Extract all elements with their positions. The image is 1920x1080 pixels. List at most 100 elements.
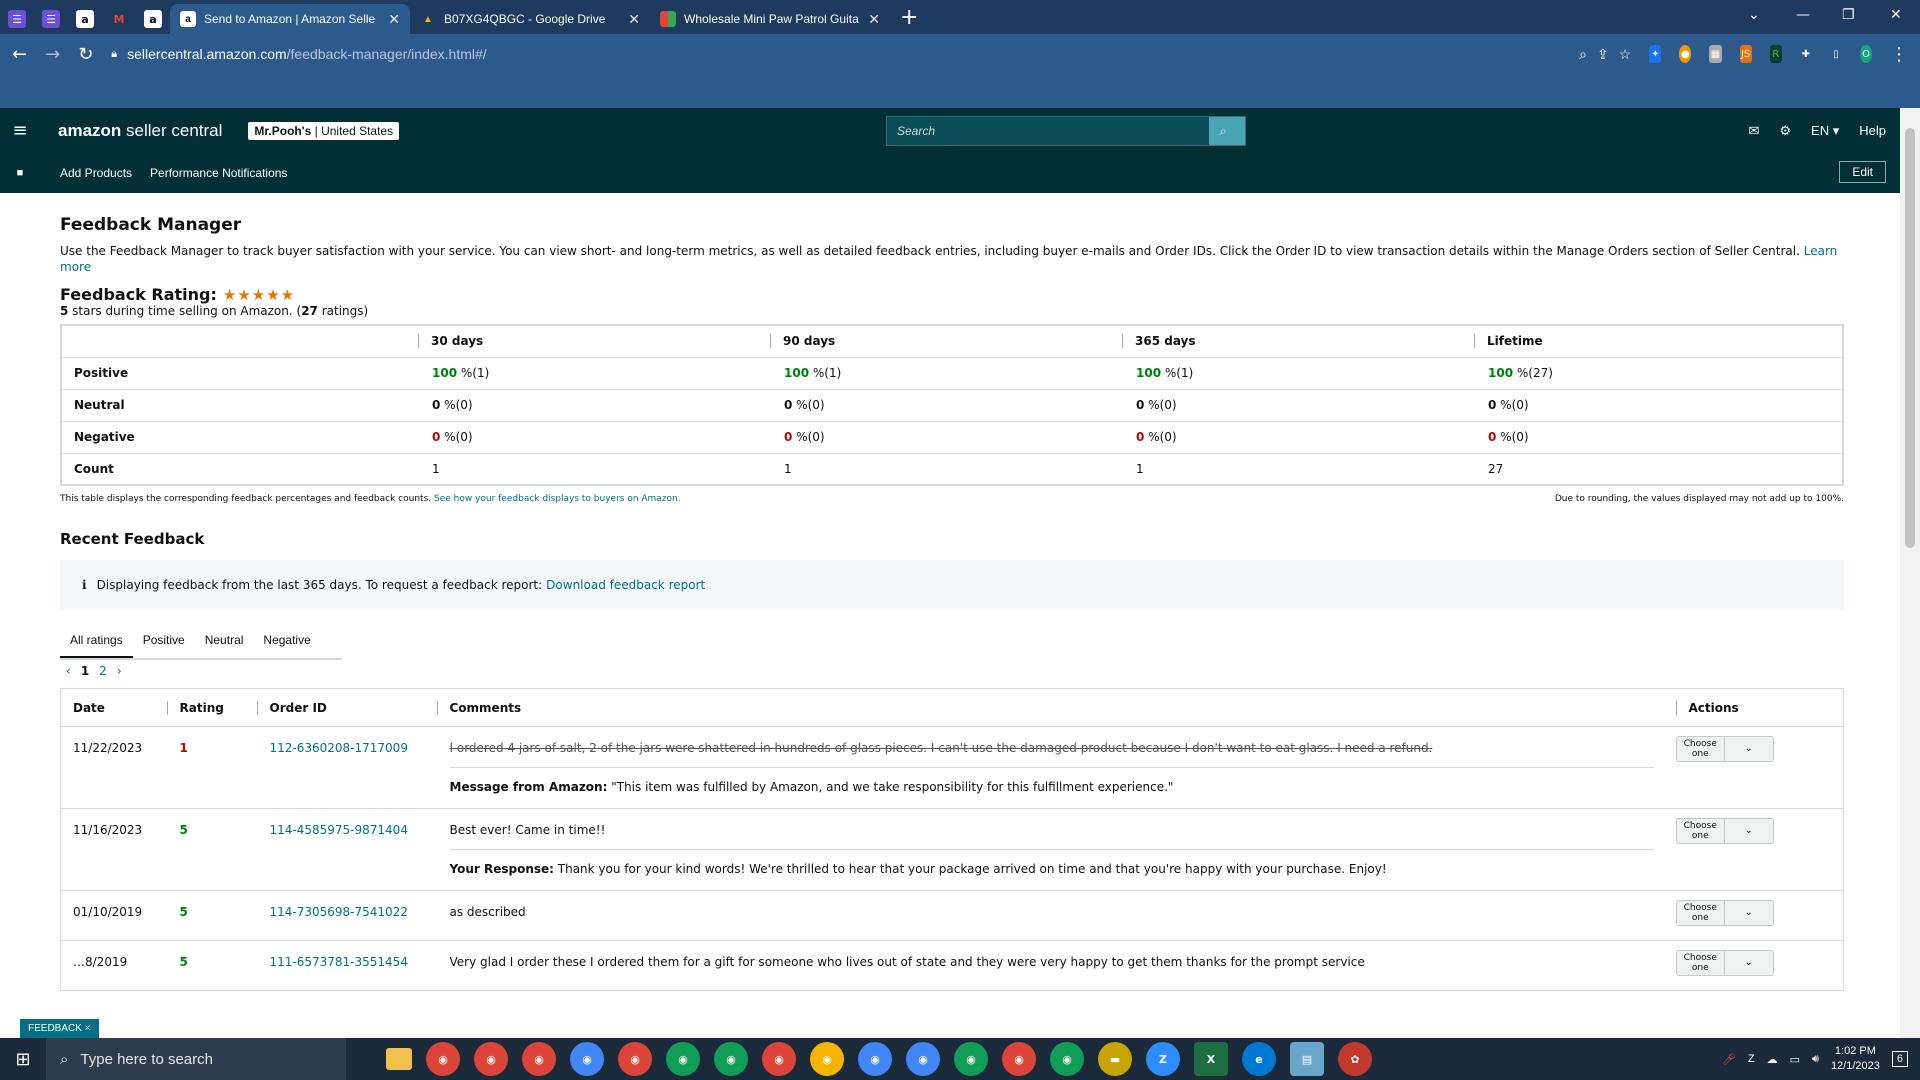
new-tab-button[interactable]: + bbox=[890, 4, 928, 34]
back-icon[interactable]: ← bbox=[12, 44, 27, 65]
mail-icon[interactable]: ✉ bbox=[1748, 123, 1759, 139]
action-dropdown[interactable]: Choose one ⌄ bbox=[1675, 900, 1774, 926]
edit-button[interactable]: Edit bbox=[1839, 161, 1886, 183]
pinned-tab-gmail[interactable]: M bbox=[102, 4, 136, 34]
chrome-icon[interactable]: ◉ bbox=[474, 1042, 508, 1076]
taskbar-search[interactable]: ⌕ Type here to search bbox=[46, 1038, 346, 1080]
extension-icon[interactable]: ● bbox=[1679, 45, 1692, 63]
chrome-icon[interactable]: ◉ bbox=[426, 1042, 460, 1076]
tab-search-icon[interactable]: ⌄ bbox=[1748, 0, 1760, 30]
notes-icon[interactable]: ▤ bbox=[1290, 1042, 1324, 1076]
action-dropdown[interactable]: Choose one ⌄ bbox=[1675, 736, 1774, 762]
feedback-date: …8/2019 bbox=[60, 940, 155, 991]
bookmark-star-icon[interactable]: ☆ bbox=[1619, 46, 1632, 63]
search-button[interactable]: ⌕ bbox=[1209, 117, 1245, 145]
chrome-icon[interactable]: ◉ bbox=[858, 1042, 892, 1076]
extension-icon[interactable]: ▦ bbox=[1709, 45, 1722, 63]
sidebar-icon[interactable]: ▯ bbox=[1830, 45, 1842, 63]
tab-neutral[interactable]: Neutral bbox=[195, 622, 254, 658]
pinned-tab-1[interactable]: ☰ bbox=[0, 4, 34, 34]
close-tab-icon[interactable]: ✕ bbox=[868, 11, 880, 28]
notification-badge[interactable]: 6 bbox=[1891, 1051, 1908, 1067]
windows-start-icon[interactable]: ⊞ bbox=[0, 1049, 46, 1070]
tab-positive[interactable]: Positive bbox=[133, 622, 195, 658]
chrome-icon[interactable]: ◉ bbox=[618, 1042, 652, 1076]
gear-icon[interactable]: ⚙ bbox=[1779, 123, 1791, 139]
prev-page-icon[interactable]: ‹ bbox=[66, 664, 71, 678]
chrome-icon[interactable]: ◉ bbox=[1050, 1042, 1084, 1076]
clock[interactable]: 1:02 PM 12/1/2023 bbox=[1831, 1044, 1880, 1074]
pinned-tab-amazon-2[interactable]: a bbox=[136, 4, 170, 34]
chrome-icon[interactable]: ◉ bbox=[954, 1042, 988, 1076]
volume-icon[interactable]: 🔊︎ bbox=[1812, 1053, 1819, 1066]
nav-add-products[interactable]: Add Products bbox=[60, 166, 132, 180]
share-icon[interactable]: ⇪ bbox=[1597, 46, 1609, 63]
extension-icon[interactable]: JS bbox=[1739, 45, 1752, 63]
forward-icon[interactable]: → bbox=[45, 44, 60, 65]
zoom-icon[interactable]: ⌕ bbox=[1579, 46, 1587, 63]
page-scrollbar[interactable] bbox=[1900, 108, 1920, 1038]
page-2[interactable]: 2 bbox=[99, 664, 107, 678]
scrollbar-thumb[interactable] bbox=[1905, 128, 1915, 548]
reload-icon[interactable]: ↻ bbox=[78, 44, 93, 65]
action-dropdown[interactable]: Choose one ⌄ bbox=[1675, 818, 1774, 844]
mic-off-icon[interactable]: 🎤︎ bbox=[1722, 1053, 1736, 1066]
tab-all-ratings[interactable]: All ratings bbox=[60, 622, 133, 658]
chrome-icon[interactable]: ◉ bbox=[714, 1042, 748, 1076]
maximize-button[interactable]: ❐ bbox=[1842, 0, 1855, 30]
recent-feedback-title: Recent Feedback bbox=[60, 530, 205, 548]
feedback-display-link[interactable]: See how your feedback displays to buyers… bbox=[434, 494, 681, 504]
extension-icon[interactable]: R bbox=[1769, 45, 1782, 63]
seller-central-logo[interactable]: amazon seller central bbox=[58, 121, 222, 141]
language-selector[interactable]: EN ▾ bbox=[1811, 123, 1839, 139]
app-icon[interactable]: ▬ bbox=[1098, 1042, 1132, 1076]
bookmark-icon[interactable]: ■ bbox=[0, 167, 40, 179]
order-id-link[interactable]: 112-6360208-1717009 bbox=[270, 741, 408, 755]
next-page-icon[interactable]: › bbox=[117, 664, 122, 678]
puzzle-icon[interactable]: ✚ bbox=[1800, 45, 1812, 63]
order-id-link[interactable]: 114-4585975-9871404 bbox=[270, 823, 408, 837]
nav-performance-notifications[interactable]: Performance Notifications bbox=[150, 166, 287, 180]
order-id-link[interactable]: 114-7305698-7541022 bbox=[270, 905, 408, 919]
file-explorer-icon[interactable] bbox=[386, 1048, 412, 1070]
url-bar[interactable]: 🔒︎ sellercentral.amazon.com/feedback-man… bbox=[111, 39, 1631, 69]
browser-tab[interactable]: Wholesale Mini Paw Patrol Guita ✕ bbox=[650, 4, 890, 34]
pinned-tab-amazon[interactable]: a bbox=[68, 4, 102, 34]
order-id-link[interactable]: 111-6573781-3551454 bbox=[270, 955, 408, 969]
chrome-icon[interactable]: ◉ bbox=[522, 1042, 556, 1076]
excel-icon[interactable]: X bbox=[1194, 1042, 1228, 1076]
zoom-tray-icon[interactable]: Z bbox=[1748, 1053, 1755, 1065]
zoom-app-icon[interactable]: Z bbox=[1146, 1042, 1180, 1076]
chrome-icon[interactable]: ◉ bbox=[570, 1042, 604, 1076]
store-switcher[interactable]: Mr.Pooh's | United States bbox=[248, 121, 400, 140]
chrome-icon[interactable]: ◉ bbox=[1002, 1042, 1036, 1076]
action-dropdown[interactable]: Choose one ⌄ bbox=[1675, 950, 1774, 976]
pinned-tab-2[interactable]: ☰ bbox=[34, 4, 68, 34]
cloud-icon[interactable]: ☁ bbox=[1767, 1053, 1778, 1066]
network-icon[interactable]: ▭ bbox=[1790, 1053, 1800, 1066]
browser-tab[interactable]: ▲ B07XG4QBGC - Google Drive ✕ bbox=[410, 4, 650, 34]
hamburger-menu-icon[interactable]: ≡ bbox=[0, 120, 40, 141]
minimize-button[interactable]: — bbox=[1796, 0, 1810, 30]
close-tab-icon[interactable]: ✕ bbox=[388, 11, 400, 28]
feedback-pill-button[interactable]: FEEDBACK × bbox=[20, 1019, 99, 1038]
profile-avatar[interactable]: O bbox=[1859, 45, 1873, 63]
help-link[interactable]: Help bbox=[1859, 123, 1886, 138]
browser-tab[interactable]: a Send to Amazon | Amazon Selle ✕ bbox=[170, 4, 410, 34]
tab-negative[interactable]: Negative bbox=[253, 622, 320, 658]
menu-kebab-icon[interactable]: ⋮ bbox=[1890, 44, 1908, 65]
chrome-icon[interactable]: ◉ bbox=[810, 1042, 844, 1076]
search-box[interactable]: Search ⌕ bbox=[886, 116, 1246, 146]
app-icon[interactable]: ✿ bbox=[1338, 1042, 1372, 1076]
search-input[interactable]: Search bbox=[887, 124, 1209, 138]
browser-tab-bar: ☰ ☰ a M a a Send to Amazon | Amazon Sell… bbox=[0, 0, 1920, 34]
close-window-button[interactable]: ✕ bbox=[1890, 0, 1902, 30]
extension-icon[interactable]: ✦ bbox=[1649, 45, 1662, 63]
chrome-icon[interactable]: ◉ bbox=[666, 1042, 700, 1076]
download-report-link[interactable]: Download feedback report bbox=[546, 578, 705, 592]
chrome-icon[interactable]: ◉ bbox=[906, 1042, 940, 1076]
close-tab-icon[interactable]: ✕ bbox=[628, 11, 640, 28]
edge-icon[interactable]: e bbox=[1242, 1042, 1276, 1076]
page-1[interactable]: 1 bbox=[81, 664, 89, 678]
chrome-icon[interactable]: ◉ bbox=[762, 1042, 796, 1076]
